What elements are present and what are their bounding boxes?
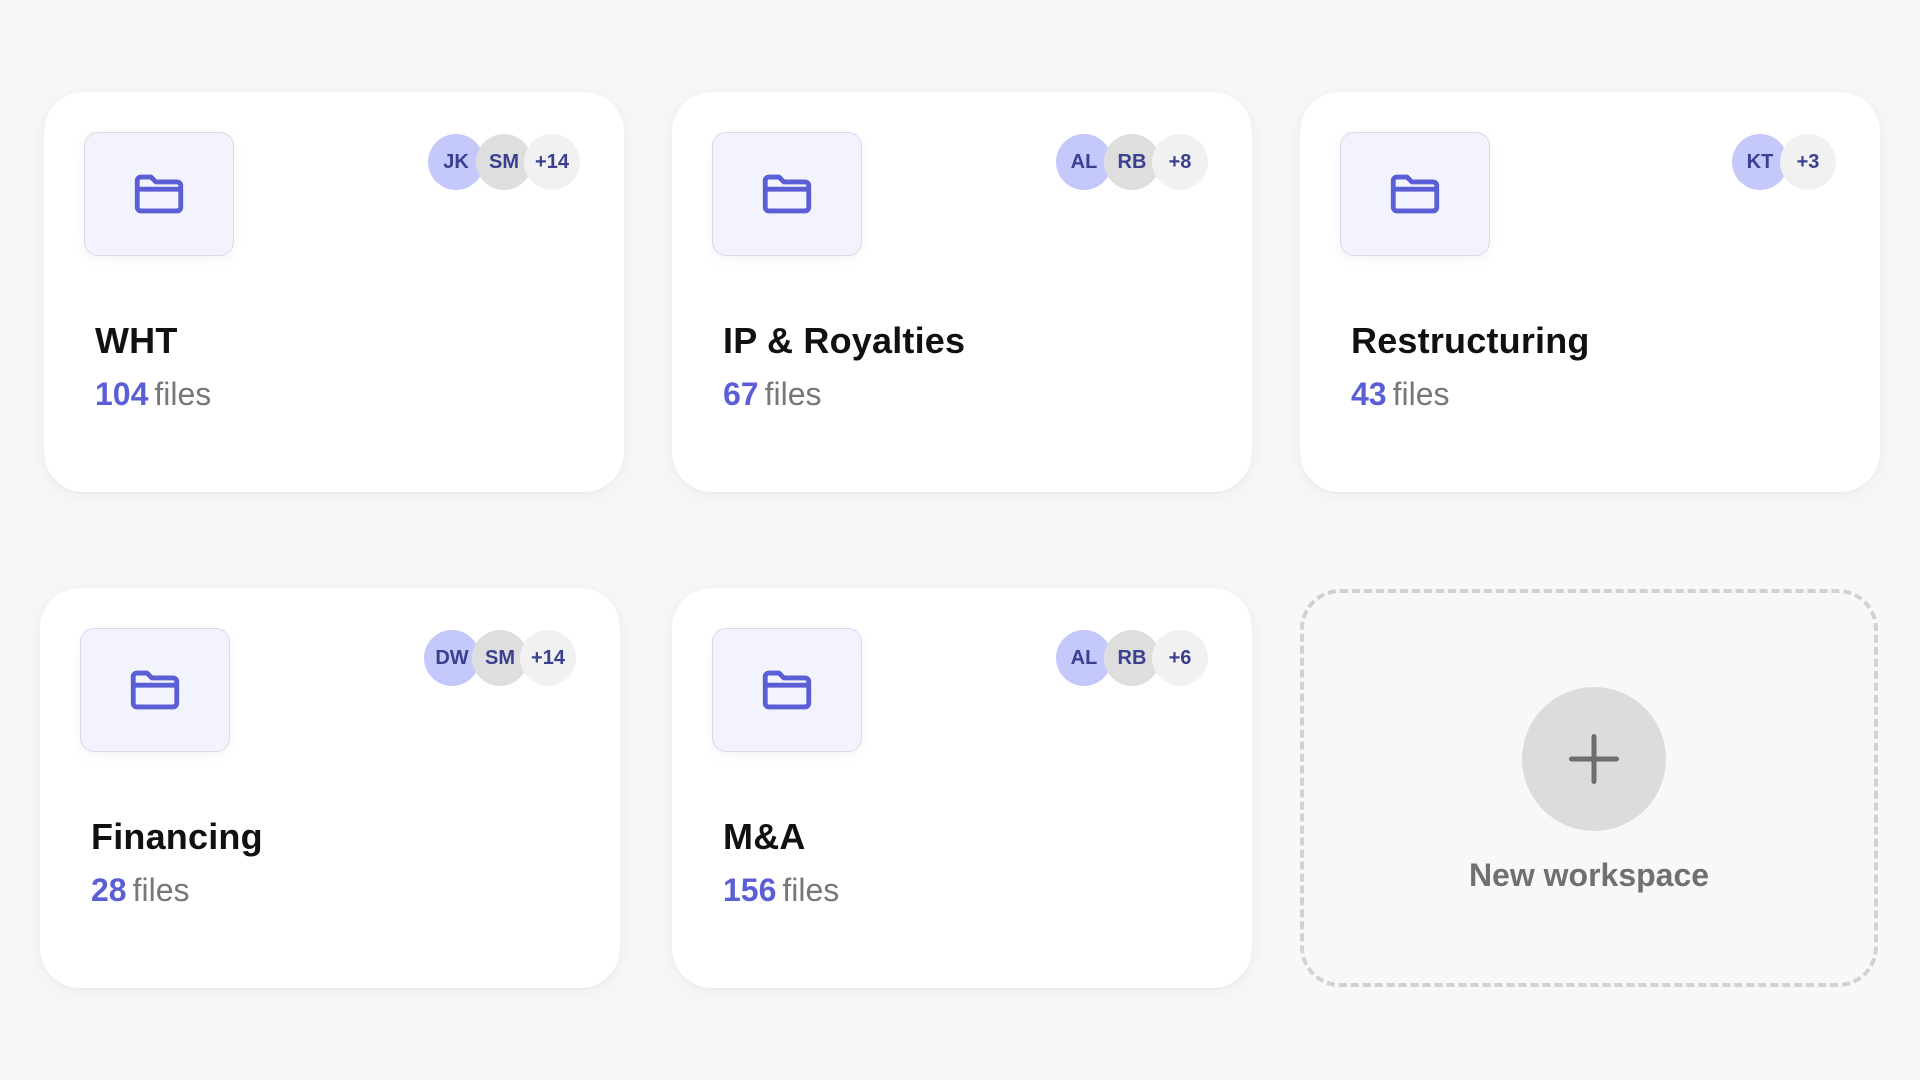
new-workspace-button[interactable]: New workspace [1300,589,1878,987]
workspace-title: M&A [723,816,806,857]
more-members-badge: +6 [1152,630,1208,686]
plus-icon [1569,734,1619,784]
folder-icon-box [1340,132,1490,256]
workspace-title: Restructuring [1351,320,1590,361]
folder-icon-box [80,628,230,752]
folder-icon [1390,174,1440,214]
file-count-number: 43 [1351,376,1387,412]
workspace-card-financing[interactable]: DW SM +14 Financing 28 files [40,588,620,988]
more-members-badge: +14 [520,630,576,686]
folder-icon-box [712,132,862,256]
file-count-unit: files [132,872,190,908]
new-workspace-label: New workspace [1468,857,1710,893]
member-avatars[interactable]: KT +3 [1732,134,1836,190]
folder-icon [762,174,812,214]
workspace-card-m-and-a[interactable]: AL RB +6 M&A 156 files [672,588,1252,988]
member-avatars[interactable]: AL RB +6 [1056,630,1208,686]
file-count-unit: files [1392,376,1450,412]
member-avatars[interactable]: AL RB +8 [1056,134,1208,190]
file-count-number: 156 [723,872,777,908]
more-members-badge: +3 [1780,134,1836,190]
file-count: 28 files [91,872,190,909]
member-avatars[interactable]: DW SM +14 [424,630,576,686]
file-count-number: 67 [723,376,759,412]
file-count-unit: files [154,376,212,412]
more-members-badge: +14 [524,134,580,190]
workspace-card-wht[interactable]: JK SM +14 WHT 104 files [44,92,624,492]
folder-icon [762,670,812,710]
workspace-title: Financing [91,816,263,857]
file-count-number: 104 [95,376,149,412]
file-count: 67 files [723,376,822,413]
folder-icon-box [84,132,234,256]
workspace-card-restructuring[interactable]: KT +3 Restructuring 43 files [1300,92,1880,492]
workspace-title: WHT [95,320,178,361]
folder-icon-box [712,628,862,752]
file-count: 104 files [95,376,211,413]
plus-icon-circle [1522,687,1666,831]
file-count: 43 files [1351,376,1450,413]
workspace-title: IP & Royalties [723,320,966,361]
more-members-badge: +8 [1152,134,1208,190]
folder-icon [130,670,180,710]
file-count-unit: files [764,376,822,412]
member-avatars[interactable]: JK SM +14 [428,134,580,190]
file-count-unit: files [782,872,840,908]
folder-icon [134,174,184,214]
file-count: 156 files [723,872,839,909]
file-count-number: 28 [91,872,127,908]
workspace-card-ip-royalties[interactable]: AL RB +8 IP & Royalties 67 files [672,92,1252,492]
